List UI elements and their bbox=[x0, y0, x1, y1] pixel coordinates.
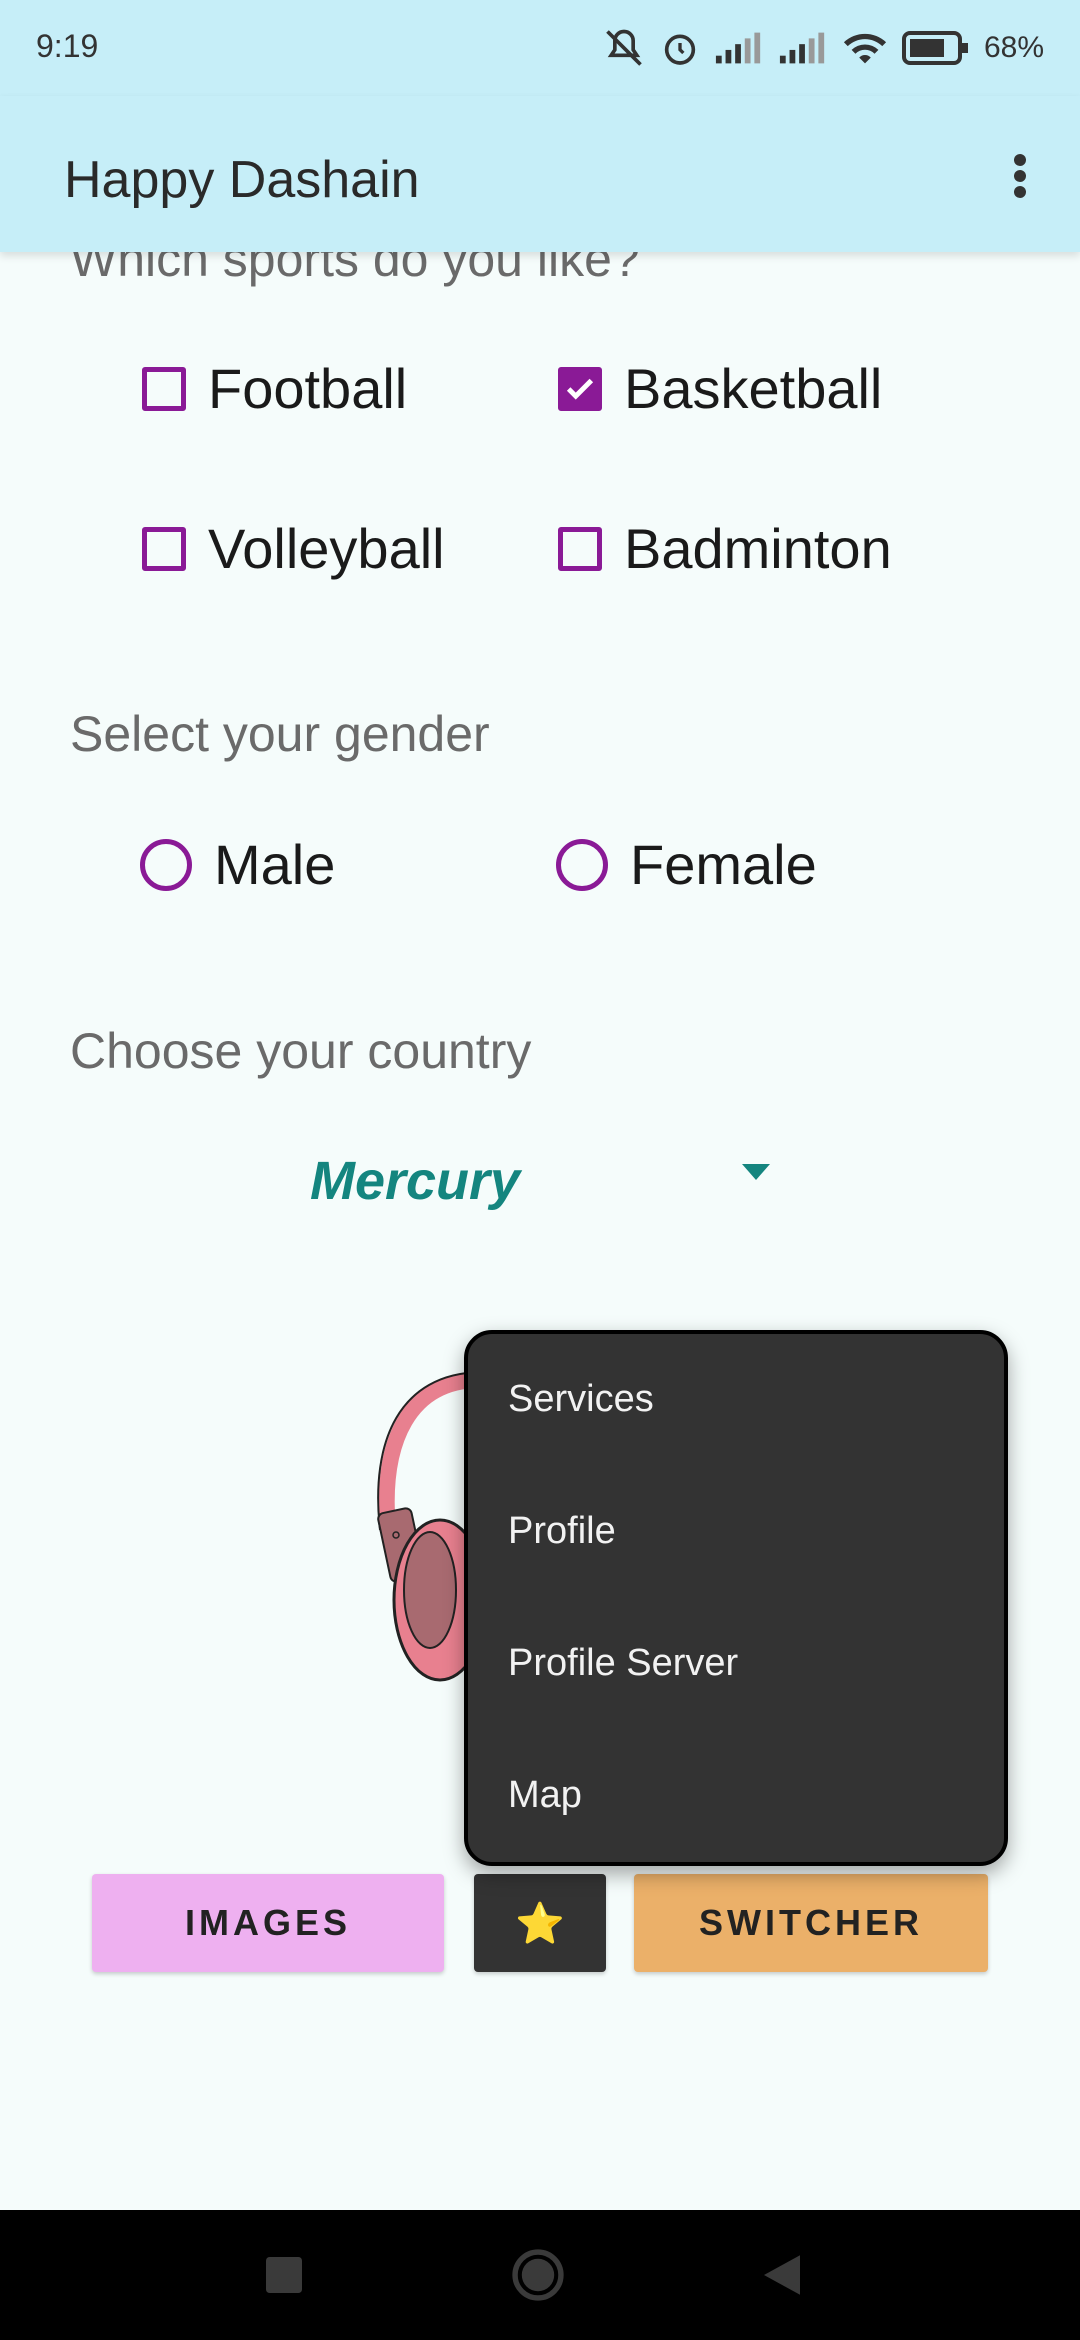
battery-icon bbox=[901, 31, 970, 65]
wifi-icon bbox=[842, 30, 888, 66]
status-bar: 9:19 68% bbox=[0, 0, 1080, 96]
navigation-bar bbox=[0, 2210, 1080, 2340]
back-triangle-icon bbox=[764, 2255, 800, 2295]
star-icon: ⭐ bbox=[515, 1901, 565, 1946]
battery-percent: 68% bbox=[983, 31, 1044, 64]
recents-button[interactable] bbox=[224, 2210, 344, 2340]
dropdown-arrow-icon[interactable] bbox=[742, 1164, 770, 1180]
checkmark-icon bbox=[566, 378, 594, 400]
checkbox-basketball[interactable]: Basketball bbox=[558, 356, 882, 421]
status-icons: 68% bbox=[602, 20, 1044, 76]
radio-label: Male bbox=[214, 833, 336, 896]
status-time: 9:19 bbox=[36, 28, 99, 64]
back-button[interactable] bbox=[722, 2210, 842, 2340]
signal-icon bbox=[778, 30, 828, 66]
radio-circle[interactable] bbox=[140, 838, 192, 891]
app-bar: Happy Dashain bbox=[0, 96, 1080, 252]
menu-item-profile[interactable]: Profile bbox=[508, 1510, 616, 1553]
checkbox-label: Football bbox=[208, 357, 408, 420]
gender-heading: Select your gender bbox=[70, 706, 490, 762]
radio-label: Female bbox=[630, 833, 817, 896]
star-button[interactable]: ⭐ bbox=[474, 1874, 606, 1972]
menu-item-profile-server[interactable]: Profile Server bbox=[508, 1642, 738, 1685]
radio-circle[interactable] bbox=[556, 838, 608, 891]
mute-icon bbox=[602, 26, 646, 70]
checkbox-label: Badminton bbox=[624, 517, 892, 580]
checkbox-badminton[interactable]: Badminton bbox=[558, 516, 892, 581]
switcher-button[interactable]: SWITCHER bbox=[634, 1874, 988, 1972]
home-button[interactable] bbox=[478, 2210, 598, 2340]
radio-female[interactable]: Female bbox=[556, 832, 817, 897]
checkbox-box[interactable] bbox=[142, 366, 186, 411]
radio-male[interactable]: Male bbox=[140, 832, 335, 897]
menu-item-map[interactable]: Map bbox=[508, 1774, 582, 1817]
checkbox-label: Volleyball bbox=[208, 517, 445, 580]
checkbox-box[interactable] bbox=[142, 526, 186, 571]
square-icon bbox=[266, 2257, 302, 2293]
checkbox-football[interactable]: Football bbox=[142, 356, 407, 421]
checkbox-volleyball[interactable]: Volleyball bbox=[142, 516, 445, 581]
checkbox-label: Basketball bbox=[624, 357, 883, 420]
alarm-icon bbox=[660, 28, 700, 68]
more-vert-icon[interactable] bbox=[980, 136, 1060, 216]
overflow-menu: Services Profile Profile Server Map bbox=[464, 1330, 1008, 1866]
checkbox-box-checked[interactable] bbox=[558, 366, 602, 411]
home-circle-icon bbox=[512, 2249, 564, 2301]
country-heading: Choose your country bbox=[70, 1023, 532, 1079]
images-button[interactable]: IMAGES bbox=[92, 1874, 444, 1972]
app-title: Happy Dashain bbox=[64, 151, 420, 209]
country-spinner[interactable]: Mercury bbox=[310, 1150, 790, 1214]
menu-item-services[interactable]: Services bbox=[508, 1378, 654, 1421]
spinner-selected-value: Mercury bbox=[310, 1151, 521, 1211]
checkbox-box[interactable] bbox=[558, 526, 602, 571]
signal-icon bbox=[714, 30, 764, 66]
